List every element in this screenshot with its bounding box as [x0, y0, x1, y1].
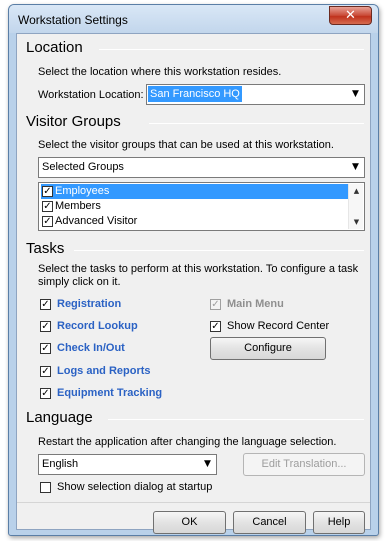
- visitor-groups-scrollbar[interactable]: ▲ ▼: [348, 184, 363, 229]
- advanced-visitor-checkbox[interactable]: ✓: [42, 216, 53, 227]
- scroll-up-icon[interactable]: ▲: [349, 184, 364, 198]
- main-menu-checkbox: ✓: [210, 299, 221, 310]
- show-record-center-checkbox[interactable]: ✓: [210, 321, 221, 332]
- list-item-label: Employees: [55, 185, 110, 197]
- task-label[interactable]: Record Lookup: [57, 320, 138, 332]
- visitor-group-mode-value: Selected Groups: [42, 161, 124, 173]
- members-checkbox[interactable]: ✓: [42, 201, 53, 212]
- location-heading: Location: [26, 39, 83, 56]
- check-in-out-checkbox[interactable]: ✓: [40, 343, 51, 354]
- cancel-button[interactable]: Cancel: [233, 511, 306, 534]
- language-description: Restart the application after changing t…: [38, 436, 337, 448]
- show-selection-dialog-label: Show selection dialog at startup: [57, 481, 213, 493]
- task-label[interactable]: Equipment Tracking: [57, 387, 162, 399]
- show-record-center-label: Show Record Center: [227, 320, 330, 332]
- window-title: Workstation Settings: [18, 13, 128, 27]
- show-selection-dialog-checkbox[interactable]: [40, 482, 51, 493]
- edit-translation-button: Edit Translation...: [243, 453, 365, 476]
- configure-button[interactable]: Configure: [210, 337, 326, 360]
- list-item-label: Members: [55, 200, 101, 212]
- workstation-location-value: San Francisco HQ: [148, 86, 242, 102]
- list-item-employees[interactable]: ✓ Employees: [41, 184, 348, 199]
- language-divider: [108, 419, 364, 420]
- chevron-down-icon[interactable]: ▼: [200, 456, 215, 473]
- visitor-groups-list[interactable]: ✓ Employees ✓ Members ✓ Advanced Visitor…: [38, 182, 365, 231]
- employees-checkbox[interactable]: ✓: [42, 186, 53, 197]
- tasks-description-line2: simply click on it.: [38, 276, 121, 288]
- title-bar[interactable]: Workstation Settings ✕: [9, 5, 378, 33]
- list-item-label: Advanced Visitor: [55, 215, 138, 227]
- ok-button[interactable]: OK: [153, 511, 226, 534]
- workstation-location-label: Workstation Location:: [38, 89, 144, 101]
- workstation-location-dropdown[interactable]: San Francisco HQ ▼: [146, 84, 365, 105]
- record-lookup-checkbox[interactable]: ✓: [40, 321, 51, 332]
- task-label[interactable]: Check In/Out: [57, 342, 125, 354]
- chevron-down-icon[interactable]: ▼: [348, 159, 363, 176]
- equipment-tracking-checkbox[interactable]: ✓: [40, 388, 51, 399]
- location-divider: [99, 49, 364, 50]
- location-description: Select the location where this workstati…: [38, 66, 282, 78]
- close-button[interactable]: ✕: [329, 6, 372, 25]
- task-label[interactable]: Logs and Reports: [57, 365, 151, 377]
- registration-checkbox[interactable]: ✓: [40, 299, 51, 310]
- dialog-body: Location Select the location where this …: [16, 33, 371, 534]
- language-value: English: [42, 458, 79, 470]
- chevron-down-icon[interactable]: ▼: [348, 86, 363, 103]
- workstation-settings-window: Workstation Settings ✕ Location Select t…: [8, 4, 379, 536]
- close-icon: ✕: [345, 8, 356, 23]
- visitor-groups-heading: Visitor Groups: [26, 113, 121, 130]
- visitor-groups-divider: [149, 123, 364, 124]
- list-item-advanced-visitor[interactable]: ✓ Advanced Visitor: [41, 214, 348, 229]
- footer-divider: [17, 502, 370, 503]
- task-label[interactable]: Registration: [57, 298, 121, 310]
- visitor-group-mode-dropdown[interactable]: Selected Groups ▼: [38, 157, 365, 178]
- help-button[interactable]: Help: [313, 511, 365, 534]
- scroll-down-icon[interactable]: ▼: [349, 215, 364, 229]
- visitor-groups-description: Select the visitor groups that can be us…: [38, 139, 334, 151]
- tasks-heading: Tasks: [26, 240, 65, 257]
- tasks-description-line1: Select the tasks to perform at this work…: [38, 263, 359, 275]
- tasks-divider: [74, 250, 364, 251]
- list-item-members[interactable]: ✓ Members: [41, 199, 348, 214]
- language-dropdown[interactable]: English ▼: [38, 454, 217, 475]
- language-heading: Language: [26, 409, 93, 426]
- logs-and-reports-checkbox[interactable]: ✓: [40, 366, 51, 377]
- task-label: Main Menu: [227, 298, 284, 310]
